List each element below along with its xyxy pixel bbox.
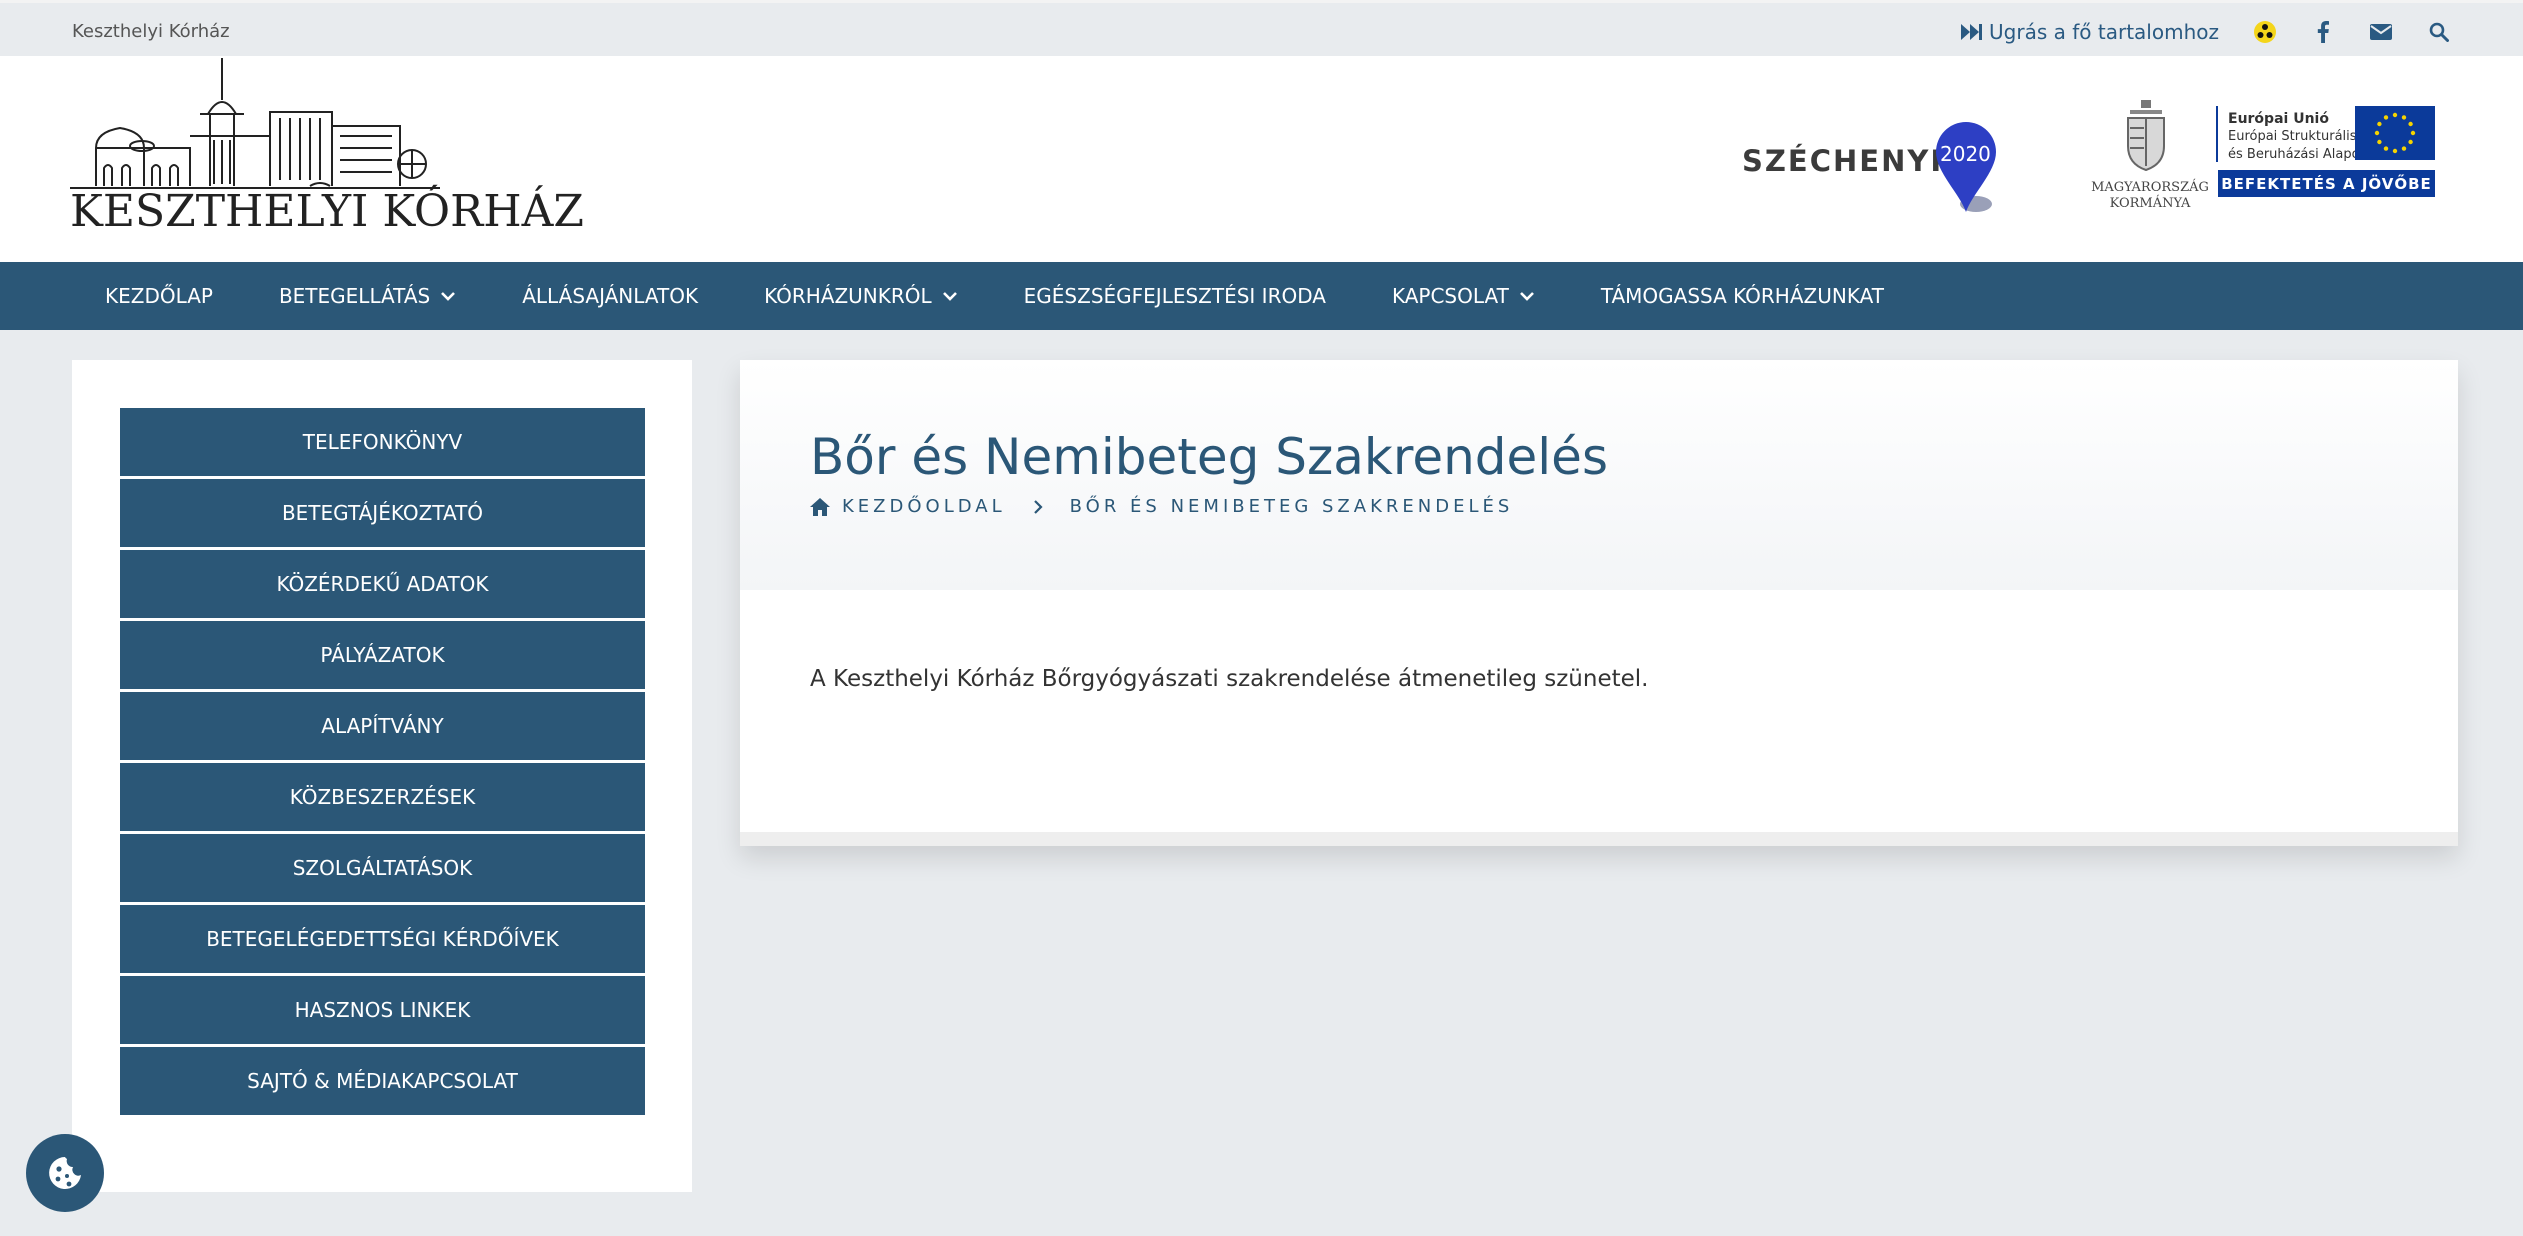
nav-item-betegellatas[interactable]: BETEGELLÁTÁS	[246, 262, 489, 330]
hungarian-coat-of-arms-icon	[2127, 100, 2165, 172]
sidebar-item-betegtajekoztato[interactable]: BETEGTÁJÉKOZTATÓ	[120, 479, 645, 547]
nav-item-kapcsolat[interactable]: KAPCSOLAT	[1359, 262, 1568, 330]
sidebar-menu: TELEFONKÖNYV BETEGTÁJÉKOZTATÓ KÖZÉRDEKŰ …	[120, 408, 645, 1118]
cookie-icon	[49, 1157, 81, 1189]
facebook-icon[interactable]	[2311, 20, 2335, 44]
chevron-down-icon	[1519, 292, 1534, 301]
sidebar: TELEFONKÖNYV BETEGTÁJÉKOZTATÓ KÖZÉRDEKŰ …	[72, 360, 692, 1192]
chevron-down-icon	[942, 292, 957, 301]
eu-flag-icon	[2355, 106, 2435, 160]
sidebar-item-alapitvany[interactable]: ALAPÍTVÁNY	[120, 692, 645, 760]
nav-items: KEZDŐLAP BETEGELLÁTÁS ÁLLÁSAJÁNLATOK KÓR…	[72, 262, 1917, 330]
sidebar-item-szolgaltatasok[interactable]: SZOLGÁLTATÁSOK	[120, 834, 645, 902]
szechenyi-year: 2020	[1940, 142, 1991, 166]
sidebar-item-telefonkonyv[interactable]: TELEFONKÖNYV	[120, 408, 645, 476]
page-title: Bőr és Nemibeteg Szakrendelés	[810, 428, 1608, 486]
nav-item-kezdolap[interactable]: KEZDŐLAP	[72, 262, 246, 330]
breadcrumb: KEZDŐOLDAL BŐR ÉS NEMIBETEG SZAKRENDELÉS	[810, 496, 1513, 517]
eu-text: Európai Unió Európai Strukturális és Ber…	[2228, 111, 2368, 162]
hospital-building-icon	[70, 58, 440, 189]
sidebar-item-palyazatok[interactable]: PÁLYÁZATOK	[120, 621, 645, 689]
map-pin-icon	[1936, 122, 1996, 212]
eu-slogan-band: BEFEKTETÉS A JÖVŐBE	[2218, 170, 2435, 197]
nav-item-tamogassa-korhazunkat[interactable]: TÁMOGASSA KÓRHÁZUNKAT	[1568, 262, 1917, 330]
breadcrumb-home[interactable]: KEZDŐOLDAL	[842, 496, 1006, 517]
szechenyi-2020-logo: SZÉCHENYI 2020	[1742, 118, 2012, 218]
cookie-settings-button[interactable]	[26, 1134, 104, 1212]
eu-funding-block: MAGYARORSZÁG KORMÁNYA Európai Unió Európ…	[2090, 100, 2435, 220]
nav-item-egeszsegfejlesztesi-iroda[interactable]: EGÉSZSÉGFEJLESZTÉSI IRODA	[991, 262, 1359, 330]
accessibility-icon[interactable]	[2253, 20, 2277, 44]
skip-link-label: Ugrás a fő tartalomhoz	[1989, 20, 2219, 44]
nav-item-korhazunkrol[interactable]: KÓRHÁZUNKRÓL	[731, 262, 991, 330]
top-tools: Ugrás a fő tartalomhoz	[1961, 17, 2451, 47]
sidebar-item-sajto-mediakapcsolat[interactable]: SAJTÓ & MÉDIAKAPCSOLAT	[120, 1047, 645, 1115]
sidebar-item-hasznos-linkek[interactable]: HASZNOS LINKEK	[120, 976, 645, 1044]
szechenyi-text: SZÉCHENYI	[1742, 144, 1944, 178]
search-icon[interactable]	[2427, 20, 2451, 44]
government-text: MAGYARORSZÁG KORMÁNYA	[2091, 180, 2209, 211]
chevron-down-icon	[441, 292, 456, 301]
logo-text: KESZTHELYI KÓRHÁZ	[70, 186, 584, 237]
content-body-text: A Keszthelyi Kórház Bőrgyógyászati szakr…	[810, 666, 1649, 692]
content-footer-strip	[740, 832, 2458, 846]
sidebar-item-betegelegedettsegi-kerdoivek[interactable]: BETEGELÉGEDETTSÉGI KÉRDŐÍVEK	[120, 905, 645, 973]
chevron-right-icon	[1032, 499, 1044, 515]
sidebar-item-kozbeszerzesek[interactable]: KÖZBESZERZÉSEK	[120, 763, 645, 831]
home-icon[interactable]	[810, 497, 830, 516]
nav-item-allasajanlatok[interactable]: ÁLLÁSAJÁNLATOK	[489, 262, 731, 330]
content-header: Bőr és Nemibeteg Szakrendelés KEZDŐOLDAL…	[740, 360, 2458, 590]
breadcrumb-current: BŐR ÉS NEMIBETEG SZAKRENDELÉS	[1069, 496, 1514, 517]
fast-forward-icon	[1961, 20, 1983, 44]
skip-to-content-link[interactable]: Ugrás a fő tartalomhoz	[1961, 20, 2219, 44]
main-content: Bőr és Nemibeteg Szakrendelés KEZDŐOLDAL…	[740, 360, 2458, 846]
site-header: KESZTHELYI KÓRHÁZ SZÉCHENYI 2020 MAGYARO…	[0, 56, 2523, 262]
sidebar-item-kozerdeku-adatok[interactable]: KÖZÉRDEKŰ ADATOK	[120, 550, 645, 618]
main-navigation: KEZDŐLAP BETEGELLÁTÁS ÁLLÁSAJÁNLATOK KÓR…	[0, 262, 2523, 330]
envelope-icon[interactable]	[2369, 20, 2393, 44]
